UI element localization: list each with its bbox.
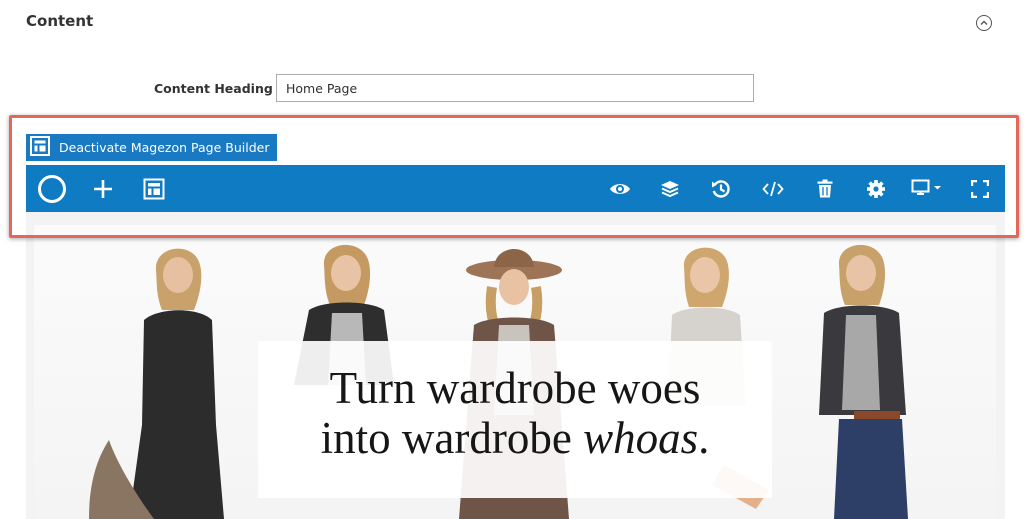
history-icon[interactable] xyxy=(704,165,738,212)
layout-icon xyxy=(30,136,50,159)
gear-icon[interactable] xyxy=(859,165,893,212)
magezon-logo-icon[interactable] xyxy=(35,165,69,212)
deactivate-page-builder-button[interactable]: Deactivate Magezon Page Builder xyxy=(26,134,278,161)
banner-line-2: into wardrobe whoas. xyxy=(258,416,772,461)
hero-banner-image: Turn wardrobe woes into wardrobe whoas. xyxy=(34,225,996,519)
banner-text-box: Turn wardrobe woes into wardrobe whoas. xyxy=(258,341,772,498)
content-heading-input[interactable] xyxy=(276,74,754,102)
layout-icon[interactable] xyxy=(137,165,171,212)
collapse-toggle-icon[interactable] xyxy=(976,15,992,31)
layers-icon[interactable] xyxy=(653,165,687,212)
fullscreen-icon[interactable] xyxy=(963,165,997,212)
banner-line-2-prefix: into wardrobe xyxy=(320,413,584,463)
banner-line-2-emphasis: whoas xyxy=(583,413,699,463)
section-title: Content xyxy=(26,12,94,30)
banner-line-1: Turn wardrobe woes xyxy=(329,363,701,413)
banner-line-2-suffix: . xyxy=(698,413,710,463)
eye-icon[interactable] xyxy=(603,165,637,212)
deactivate-label: Deactivate Magezon Page Builder xyxy=(59,140,270,155)
trash-icon[interactable] xyxy=(808,165,842,212)
content-heading-label: Content Heading xyxy=(154,81,273,96)
desktop-dropdown-icon[interactable] xyxy=(909,165,945,212)
plus-icon[interactable] xyxy=(86,165,120,212)
code-icon[interactable] xyxy=(756,165,790,212)
page-builder-toolbar xyxy=(26,165,1005,212)
